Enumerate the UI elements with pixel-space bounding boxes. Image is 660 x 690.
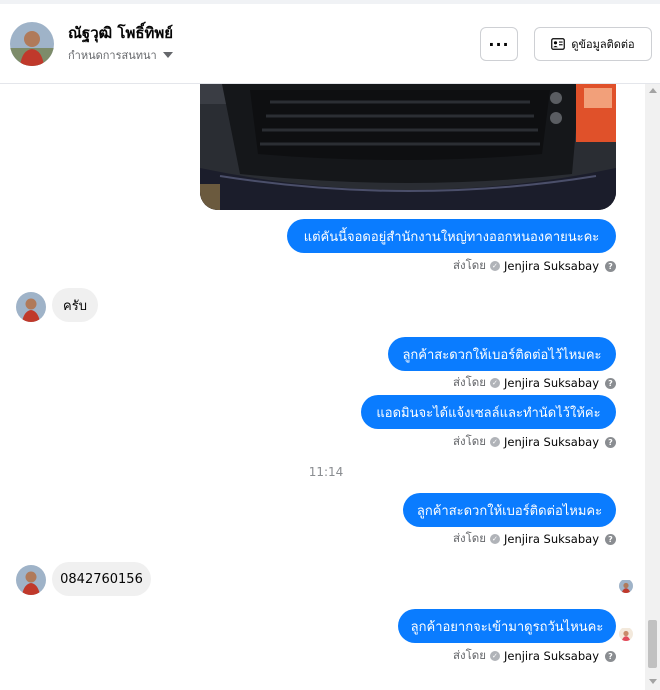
info-icon[interactable]: ? [605, 377, 616, 389]
sent-by-prefix: ส่งโดย [452, 434, 486, 448]
info-icon[interactable]: ? [605, 650, 616, 662]
check-circle-icon: ✓ [489, 651, 500, 661]
scrollbar-thumb[interactable] [648, 620, 657, 668]
outgoing-message-bubble[interactable]: ลูกค้าอยากจะเข้ามาดูรถวันไหนคะ [398, 609, 616, 643]
outgoing-message-bubble[interactable]: ลูกค้าสะดวกให้เบอร์ติดต่อไหมคะ [403, 493, 616, 527]
check-circle-icon: ✓ [489, 261, 500, 271]
message-text: แต่คันนี้จอดอยู่สำนักงานใหญ่ทางออกหนองคา… [303, 229, 600, 245]
sent-by-label: ส่งโดย ✓ Jenjira Suksabay ? [452, 375, 616, 390]
outgoing-message-bubble[interactable]: แอดมินจะได้แจ้งเซลล์และทำนัดไว้ให้ค่ะ [361, 395, 616, 429]
message-text: ลูกค้าสะดวกให้เบอร์ติดต่อไว้ไหมคะ [402, 347, 602, 363]
sent-by-label: ส่งโดย ✓ Jenjira Suksabay ? [452, 258, 616, 273]
scroll-up-arrow-icon[interactable] [649, 88, 657, 93]
outgoing-message-bubble[interactable]: แต่คันนี้จอดอยู่สำนักงานใหญ่ทางออกหนองคา… [287, 219, 616, 253]
read-receipt-avatar [619, 579, 633, 593]
scroll-down-arrow-icon[interactable] [649, 679, 657, 684]
sent-by-prefix: ส่งโดย [452, 531, 486, 545]
agent-name: Jenjira Suksabay [503, 532, 599, 546]
view-contact-info-button[interactable]: ดูข้อมูลติดต่อ [534, 27, 652, 61]
read-receipt-avatar [619, 627, 633, 641]
sent-by-prefix: ส่งโดย [452, 375, 486, 389]
agent-name: Jenjira Suksabay [503, 435, 599, 449]
outgoing-message-bubble[interactable]: ลูกค้าสะดวกให้เบอร์ติดต่อไว้ไหมคะ [388, 337, 616, 371]
sent-by-label: ส่งโดย ✓ Jenjira Suksabay ? [452, 531, 616, 546]
agent-name: Jenjira Suksabay [503, 376, 599, 390]
check-circle-icon: ✓ [489, 378, 500, 388]
contact-avatar[interactable] [10, 22, 54, 66]
ellipsis-icon: ··· [488, 34, 510, 54]
message-text: ลูกค้าอยากจะเข้ามาดูรถวันไหนคะ [410, 619, 604, 635]
sent-by-label: ส่งโดย ✓ Jenjira Suksabay ? [452, 434, 616, 449]
message-timestamp: 11:14 [308, 465, 344, 479]
message-text: 0842760156 [60, 571, 143, 587]
sent-by-prefix: ส่งโดย [452, 648, 486, 662]
message-text: ลูกค้าสะดวกให้เบอร์ติดต่อไหมคะ [416, 503, 603, 519]
sent-by-label: ส่งโดย ✓ Jenjira Suksabay ? [452, 648, 616, 663]
incoming-message-bubble[interactable]: 0842760156 [52, 562, 151, 596]
check-circle-icon: ✓ [489, 437, 500, 447]
check-circle-icon: ✓ [489, 534, 500, 544]
message-text: แอดมินจะได้แจ้งเซลล์และทำนัดไว้ให้ค่ะ [376, 405, 601, 421]
more-options-button[interactable]: ··· [480, 27, 518, 61]
info-icon[interactable]: ? [605, 260, 616, 272]
info-icon[interactable]: ? [605, 436, 616, 448]
agent-name: Jenjira Suksabay [503, 259, 599, 273]
conversation-header: ณัฐวุฒิ โพธิ์ทิพย์ กำหนดการสนทนา ··· ดูข… [0, 4, 660, 84]
message-list-scrollbar[interactable] [645, 84, 660, 690]
info-icon[interactable]: ? [605, 533, 616, 545]
sent-by-prefix: ส่งโดย [452, 258, 486, 272]
incoming-message-bubble[interactable]: ครับ [52, 288, 98, 322]
contact-avatar-small[interactable] [16, 565, 46, 595]
conversation-status-label: กำหนดการสนทนา [68, 49, 157, 62]
agent-name: Jenjira Suksabay [503, 649, 599, 663]
shared-car-photo[interactable] [200, 84, 616, 210]
contact-card-icon [551, 38, 566, 50]
contact-avatar-small[interactable] [16, 292, 46, 322]
conversation-status-dropdown[interactable]: กำหนดการสนทนา [68, 46, 173, 64]
caret-down-icon [162, 52, 173, 58]
message-text: ครับ [63, 298, 87, 314]
contact-name[interactable]: ณัฐวุฒิ โพธิ์ทิพย์ [68, 21, 173, 45]
view-contact-info-label: ดูข้อมูลติดต่อ [571, 38, 635, 51]
